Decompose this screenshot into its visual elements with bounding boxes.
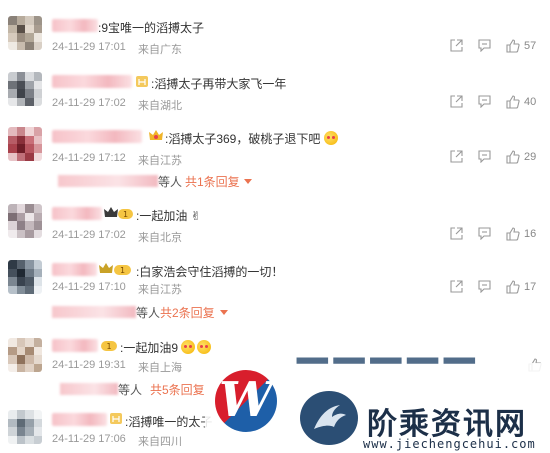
crown-badge — [148, 129, 164, 148]
username[interactable] — [52, 339, 98, 352]
share-icon[interactable] — [450, 280, 463, 293]
reply-count-link[interactable]: 共5条回复 — [150, 381, 205, 398]
watermark-logo-letter: W — [219, 372, 273, 428]
comment-text: :一起加油9 — [120, 339, 212, 356]
like-count: 57 — [524, 40, 537, 52]
like-icon[interactable]: 40 — [506, 95, 536, 109]
comment-actions: 57 — [450, 39, 550, 55]
svg-text:1: 1 — [120, 266, 125, 275]
like-icon[interactable]: 16 — [506, 227, 536, 241]
comment-text-body: :一起加油9 — [120, 341, 179, 355]
vip-badge — [135, 75, 149, 93]
clap-icon: ✌ — [190, 209, 201, 223]
reply-suffix: 等人 — [118, 383, 143, 397]
comment-time: 24-11-29 17:06 — [52, 433, 126, 445]
like-count: 29 — [524, 151, 537, 163]
svg-text:1: 1 — [106, 342, 111, 351]
comment-time: 24-11-29 17:01 — [52, 41, 126, 53]
reply-summary[interactable]: 等人 共2条回复 — [52, 304, 252, 320]
comment-actions: 29 — [450, 150, 550, 166]
site-watermark: W ▔▔▔▔▔ 阶乘资讯网 www.jiechengcehui.com — [205, 359, 550, 453]
comment-time: 24-11-29 19:31 — [52, 359, 126, 371]
comment-location: 来自北京 — [138, 232, 182, 244]
username[interactable] — [52, 130, 142, 143]
comment-text: :9宝唯一的滔搏太子 — [98, 21, 205, 35]
chevron-down-icon[interactable] — [244, 179, 252, 184]
comment-actions: 17 — [450, 280, 550, 296]
comment-location: 来自上海 — [138, 362, 182, 374]
comment-time: 24-11-29 17:02 — [52, 97, 126, 109]
vip-badge: 1 — [100, 338, 118, 357]
comment-text-body: :一起加油 — [136, 209, 188, 223]
comment-text: :一起加油 ✌ — [136, 207, 201, 224]
like-icon[interactable]: 17 — [506, 280, 536, 294]
like-icon[interactable]: 29 — [506, 150, 536, 164]
emoji-icon — [197, 340, 212, 354]
replier-names — [60, 383, 118, 395]
eagle-icon — [300, 391, 358, 445]
avatar[interactable] — [8, 338, 42, 372]
like-count: 40 — [524, 96, 537, 108]
comment-location: 来自湖北 — [138, 100, 182, 112]
comment-text: :白家浩会守住滔搏的一切！ — [136, 265, 284, 279]
like-icon[interactable]: 57 — [506, 39, 536, 53]
comment-actions: 16 — [450, 227, 550, 243]
comment-icon[interactable] — [478, 280, 491, 293]
comment-location: 来自江苏 — [138, 284, 182, 296]
like-count: 17 — [524, 281, 537, 293]
username[interactable] — [52, 263, 97, 276]
avatar[interactable] — [8, 410, 42, 444]
watermark-url: www.jiechengcehui.com — [363, 437, 536, 451]
comment-text: :滔搏太子369，破桃子退下吧 — [165, 130, 338, 147]
comment-location: 来自江苏 — [138, 155, 182, 167]
username[interactable] — [52, 19, 98, 32]
reply-count-link[interactable]: 共1条回复 — [185, 173, 240, 190]
vip-badge — [109, 412, 123, 430]
reply-summary[interactable]: 等人 共5条回复 — [60, 381, 220, 397]
username[interactable] — [52, 207, 102, 220]
like-count: 16 — [524, 228, 537, 240]
comment-text: :滔搏唯一的太子 — [125, 415, 213, 429]
comment-icon[interactable] — [478, 95, 491, 108]
reply-summary[interactable]: 等人 共1条回复 — [58, 173, 258, 189]
emoji-icon — [181, 340, 196, 354]
emoji-icon — [323, 131, 338, 145]
comment-text: :滔搏太子再带大家飞一年 — [151, 77, 287, 91]
share-icon[interactable] — [450, 150, 463, 163]
replier-names — [52, 306, 136, 318]
chevron-down-icon[interactable] — [220, 310, 228, 315]
reply-suffix: 等人 — [136, 306, 161, 320]
comment-icon[interactable] — [478, 39, 491, 52]
comment-time: 24-11-29 17:12 — [52, 152, 126, 164]
comment-actions: 40 — [450, 95, 550, 111]
avatar[interactable] — [8, 72, 42, 106]
avatar[interactable] — [8, 204, 42, 238]
vip-badge: 1 — [104, 206, 134, 225]
comment-location: 来自四川 — [138, 436, 182, 448]
comment-text-body: :滔搏太子369，破桃子退下吧 — [165, 132, 321, 146]
replier-names — [58, 175, 158, 187]
reply-count-link[interactable]: 共2条回复 — [160, 304, 215, 321]
comment-icon[interactable] — [478, 150, 491, 163]
username[interactable] — [52, 413, 107, 426]
comment-time: 24-11-29 17:10 — [52, 281, 126, 293]
avatar[interactable] — [8, 16, 42, 50]
comment-icon[interactable] — [478, 227, 491, 240]
avatar[interactable] — [8, 127, 42, 161]
share-icon[interactable] — [450, 95, 463, 108]
comment-time: 24-11-29 17:02 — [52, 229, 126, 241]
avatar[interactable] — [8, 260, 42, 294]
share-icon[interactable] — [450, 39, 463, 52]
svg-text:1: 1 — [123, 210, 128, 219]
comment-location: 来自广东 — [138, 44, 182, 56]
reply-suffix: 等人 — [158, 175, 183, 189]
share-icon[interactable] — [450, 227, 463, 240]
username[interactable] — [52, 75, 132, 88]
vip-badge: 1 — [99, 262, 133, 281]
